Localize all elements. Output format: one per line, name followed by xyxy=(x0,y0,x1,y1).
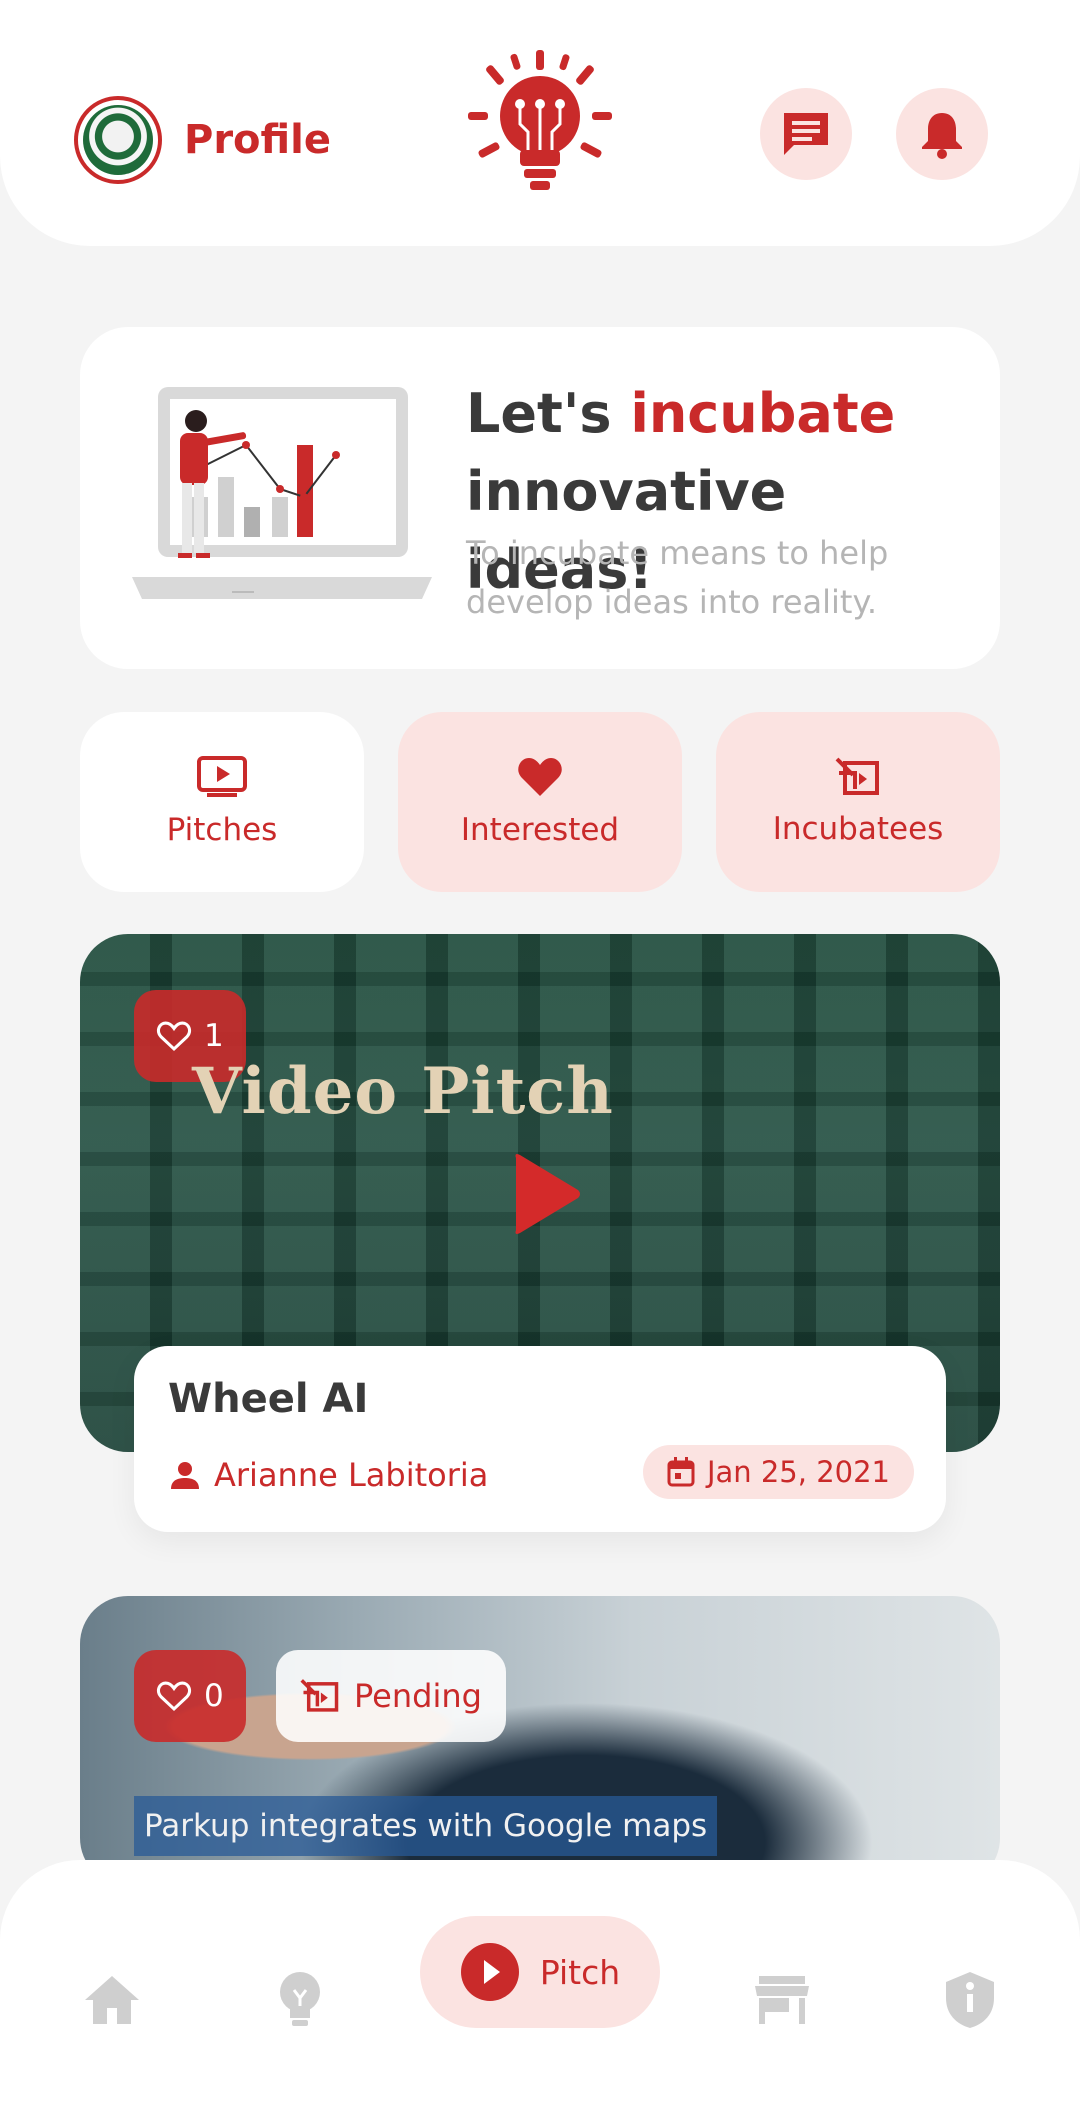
pitch-card-info[interactable]: Wheel AI Arianne Labitoria Jan 25, 2021 xyxy=(134,1346,946,1532)
banner-title-accent: incubate xyxy=(630,382,896,445)
bell-icon xyxy=(922,113,962,159)
pitch-video-thumbnail-2[interactable]: 0 Pending Parkup integrates with Google … xyxy=(80,1596,1000,1886)
heart-outline-icon xyxy=(157,1021,191,1052)
home-icon xyxy=(85,1976,139,2024)
video-caption-text: Parkup integrates with Google maps xyxy=(144,1808,708,1844)
message-icon xyxy=(784,113,828,155)
incubate-banner: Let's incubate innovative ideas! To incu… xyxy=(80,327,1000,669)
like-count-2: 0 xyxy=(204,1678,224,1714)
shield-icon xyxy=(946,1972,994,2028)
pitch-date: Jan 25, 2021 xyxy=(706,1455,890,1489)
tab-incubatees-label: Incubatees xyxy=(772,811,944,847)
author-name: Arianne Labitoria xyxy=(214,1456,489,1494)
tab-interested[interactable]: Interested xyxy=(398,712,682,892)
date-chip: Jan 25, 2021 xyxy=(642,1445,914,1499)
store-icon xyxy=(755,1976,809,2024)
pitch-author: Arianne Labitoria xyxy=(170,1456,488,1494)
status-badge: Pending xyxy=(276,1650,506,1742)
incubatee-icon xyxy=(835,757,879,795)
heart-outline-icon xyxy=(157,1681,191,1712)
idea-icon xyxy=(280,1972,320,2026)
notifications-button[interactable] xyxy=(896,88,988,180)
video-overlay-text: Video Pitch xyxy=(192,1054,614,1129)
tab-interested-label: Interested xyxy=(460,812,620,848)
heart-icon xyxy=(518,758,562,796)
banner-subtitle: To incubate means to help develop ideas … xyxy=(466,534,889,621)
pitch-play-icon xyxy=(460,1943,519,2001)
avatar[interactable] xyxy=(74,96,162,184)
presentation-illustration-icon xyxy=(132,387,432,599)
nav-store[interactable] xyxy=(752,1970,812,2030)
nav-security[interactable] xyxy=(940,1970,1000,2030)
seal-avatar-icon xyxy=(83,105,153,175)
calendar-icon xyxy=(667,1457,695,1487)
banner-title-prefix: Let's xyxy=(466,382,631,445)
tab-pitches-label: Pitches xyxy=(166,812,278,848)
tab-incubatees[interactable]: Incubatees xyxy=(716,712,1000,892)
play-icon[interactable] xyxy=(510,1152,582,1236)
video-icon xyxy=(197,756,247,797)
pitch-tabs: Pitches Interested Incubatees xyxy=(80,712,1000,892)
nav-pitch-label: Pitch xyxy=(539,1952,621,1992)
like-count: 1 xyxy=(204,1018,224,1054)
messages-button[interactable] xyxy=(760,88,852,180)
bottom-nav: Pitch xyxy=(0,1860,1080,2106)
nav-pitch[interactable]: Pitch xyxy=(420,1916,660,2028)
lightbulb-sun-logo-icon xyxy=(468,50,612,190)
nav-home[interactable] xyxy=(82,1970,142,2030)
video-caption: Parkup integrates with Google maps xyxy=(134,1796,718,1856)
like-badge-2[interactable]: 0 xyxy=(134,1650,246,1742)
person-icon xyxy=(171,1462,199,1489)
tab-pitches[interactable]: Pitches xyxy=(80,712,364,892)
incubatee-icon xyxy=(300,1679,339,1712)
nav-ideas[interactable] xyxy=(270,1970,330,2030)
pitch-title: Wheel AI xyxy=(168,1376,369,1422)
profile-label: Profile xyxy=(184,117,332,163)
status-text: Pending xyxy=(354,1677,482,1715)
profile-button[interactable]: Profile xyxy=(74,96,331,184)
top-header: Profile xyxy=(0,0,1080,246)
